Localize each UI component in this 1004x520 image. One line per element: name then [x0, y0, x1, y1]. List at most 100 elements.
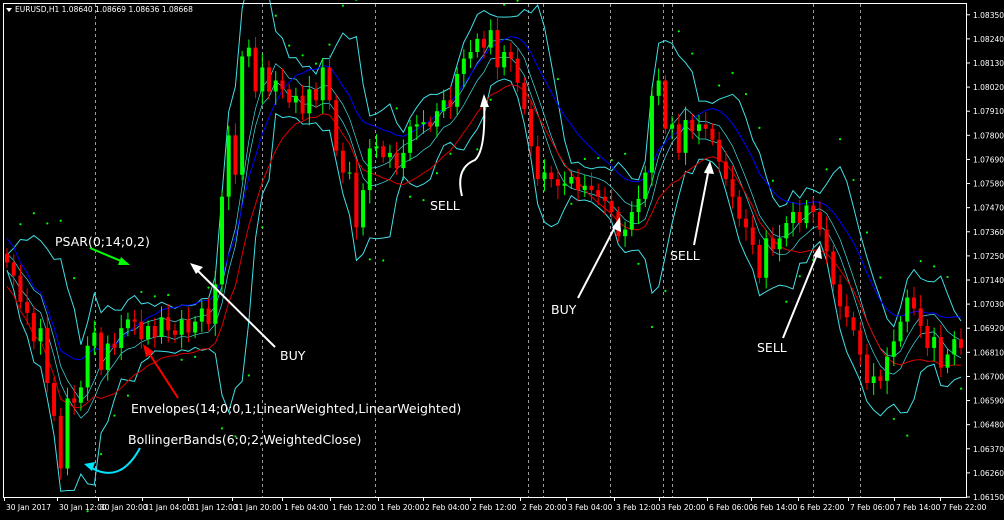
price-tick-label: 1.06260 [973, 469, 1004, 478]
psar-dot [288, 44, 291, 47]
psar-dot [798, 275, 801, 278]
candle-body [529, 109, 534, 147]
candle-body [918, 308, 923, 327]
candle-body [629, 212, 634, 230]
price-tick-label: 1.07470 [973, 204, 1004, 213]
price-tick-label: 1.07580 [973, 180, 1004, 189]
time-tick-label: 2 Feb 04:00 [425, 503, 470, 512]
time-tick-label: 7 Feb 06:00 [850, 503, 895, 512]
candle-body [515, 58, 520, 83]
candle-body [320, 67, 325, 101]
candle-body [643, 172, 648, 199]
candle-body [562, 183, 567, 186]
candle-body [11, 262, 16, 276]
candle-body [905, 297, 910, 322]
candle-body [838, 284, 843, 307]
candle-body [844, 306, 849, 318]
symbol-header: EURUSD,H1 1.08640 1.08669 1.08636 1.0866… [15, 5, 193, 14]
candle-body [690, 119, 695, 131]
candle-body [750, 227, 755, 245]
candle-body [582, 185, 587, 191]
candle-body [542, 172, 547, 180]
price-tick-label: 1.06150 [973, 493, 1004, 502]
candle-body [99, 332, 104, 370]
psar-dot [180, 358, 183, 361]
psar-dot [556, 77, 560, 81]
candle-body [226, 135, 231, 197]
time-tick-label: 3 Feb 20:00 [661, 503, 706, 512]
price-tick-label: 1.08240 [973, 35, 1004, 44]
candle-body [945, 354, 950, 368]
psar-dot [852, 178, 855, 182]
psar-dot [408, 195, 412, 198]
candle-body [300, 95, 305, 114]
psar-dot [341, 4, 345, 7]
candle-body [334, 100, 339, 151]
time-tick-label: 2 Feb 12:00 [472, 503, 517, 512]
candle-body [246, 47, 251, 57]
sell3-label: SELL [757, 340, 787, 355]
psar-dot [314, 62, 318, 65]
candle-body [367, 148, 372, 191]
psar-dot [395, 107, 398, 110]
candle-body [549, 172, 554, 180]
psar-dot [99, 452, 103, 456]
candle-body [193, 321, 198, 333]
psar-dot [167, 293, 170, 297]
candle-body [152, 326, 157, 337]
candle-body [911, 297, 916, 309]
candle-body [898, 321, 903, 342]
price-tick-label: 1.06480 [973, 421, 1004, 430]
candle-body [925, 326, 930, 348]
psar-dot [946, 275, 949, 279]
candle-body [455, 73, 460, 107]
candle-body [361, 190, 366, 228]
candle-body [72, 398, 77, 403]
price-tick-label: 1.07690 [973, 155, 1004, 164]
candle-body [784, 223, 789, 239]
candle-body [441, 100, 446, 112]
psar-dot [933, 265, 936, 268]
price-tick-label: 1.06920 [973, 324, 1004, 333]
price-tick-label: 1.08020 [973, 83, 1004, 92]
candle-body [307, 89, 312, 114]
psar-dot [758, 126, 761, 129]
candle-body [851, 317, 856, 331]
candle-body [737, 196, 742, 219]
candle-body [495, 30, 500, 68]
sell2-label: SELL [670, 248, 700, 263]
candle-body [287, 89, 292, 103]
candle-body [696, 124, 701, 131]
psar-label: PSAR(0;14;0,2) [55, 234, 150, 249]
candle-body [414, 124, 419, 127]
candle-body [723, 161, 728, 180]
candle-body [831, 251, 836, 285]
candle-body [139, 321, 144, 340]
psar-dot [19, 223, 22, 226]
time-tick-label: 6 Feb 06:00 [709, 503, 754, 512]
psar-dot [73, 276, 76, 280]
candle-body [576, 176, 581, 191]
candle-body [858, 330, 863, 355]
candle-body [434, 111, 439, 127]
candle-body [280, 80, 285, 90]
psar-dot [677, 30, 680, 33]
time-tick-label: 1 Feb 20:00 [380, 503, 425, 512]
bollinger-label: BollingerBands(6;0;2;WeightedClose) [128, 432, 361, 447]
psar-dot [637, 262, 640, 265]
candle-body [636, 198, 641, 213]
psar-dot [771, 179, 774, 182]
psar-dot [59, 219, 62, 222]
candle-body [132, 319, 137, 322]
time-tick-label: 31 Jan 04:00 [144, 503, 192, 512]
candle-body [676, 124, 681, 153]
time-tick-label: 31 Jan 20:00 [234, 503, 282, 512]
candle-body [683, 119, 688, 153]
candle-body [206, 308, 211, 324]
candle-body [891, 341, 896, 357]
candle-body [502, 52, 507, 68]
candle-body [293, 95, 298, 103]
candle-body [58, 415, 63, 469]
candle-body [387, 152, 392, 158]
psar-dot [650, 325, 654, 329]
